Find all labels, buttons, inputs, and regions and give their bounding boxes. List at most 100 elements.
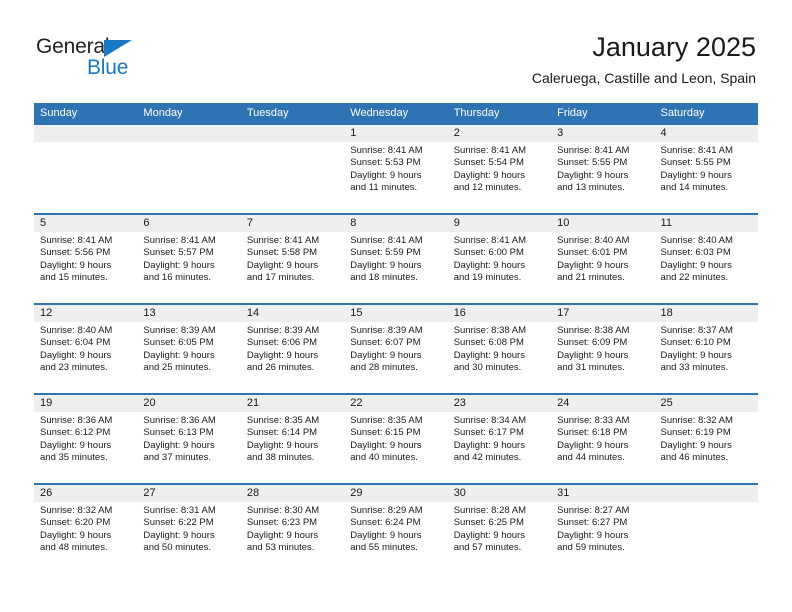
day-number: [654, 485, 758, 502]
sunrise-text: Sunrise: 8:35 AM: [350, 415, 423, 426]
day-cell-inner: 14 Sunrise: 8:39 AM Sunset: 6:06 PM Dayligh…: [240, 305, 345, 393]
weekday-header-friday: Friday: [551, 103, 655, 125]
calendar-day-cell[interactable]: 10 Sunrise: 8:40 AM Sunset: 6:01 PM Dayligh…: [551, 213, 655, 304]
daylight-text-line2: and 42 minutes.: [453, 452, 522, 464]
day-cell-inner: 12 Sunrise: 8:40 AM Sunset: 6:04 PM Dayligh…: [34, 305, 138, 393]
sunrise-text: Sunrise: 8:31 AM: [143, 505, 216, 516]
sunrise-text: Sunrise: 8:37 AM: [660, 325, 733, 336]
sunset-text: Sunset: 5:53 PM: [350, 157, 421, 169]
sunrise-text: Sunrise: 8:28 AM: [453, 505, 527, 516]
day-cell-inner: 23 Sunrise: 8:34 AM Sunset: 6:17 PM Dayligh…: [447, 395, 552, 483]
calendar-day-cell[interactable]: 5 Sunrise: 8:41 AM Sunset: 5:56 PM Daylight…: [34, 213, 138, 304]
calendar-day-cell[interactable]: 29 Sunrise: 8:29 AM Sunset: 6:24 PM Dayligh…: [344, 483, 448, 573]
title-block: January 2025 Caleruega, Castille and Leo…: [532, 30, 756, 88]
calendar-day-cell[interactable]: 13 Sunrise: 8:39 AM Sunset: 6:05 PM Dayligh…: [137, 303, 241, 394]
calendar-day-cell[interactable]: 8 Sunrise: 8:41 AM Sunset: 5:59 PM Daylight…: [344, 213, 448, 304]
calendar-day-cell[interactable]: 26 Sunrise: 8:32 AM Sunset: 6:20 PM Dayligh…: [34, 483, 138, 573]
day-cell-inner: 9 Sunrise: 8:41 AM Sunset: 6:00 PM Daylight…: [447, 215, 552, 303]
calendar-day-cell[interactable]: 22 Sunrise: 8:35 AM Sunset: 6:15 PM Dayligh…: [344, 393, 448, 484]
sunset-text: Sunset: 6:22 PM: [143, 517, 214, 529]
calendar-day-cell[interactable]: 23 Sunrise: 8:34 AM Sunset: 6:17 PM Dayligh…: [447, 393, 552, 484]
sunset-text: Sunset: 6:07 PM: [350, 337, 421, 349]
calendar-day-cell[interactable]: 2 Sunrise: 8:41 AM Sunset: 5:54 PM Daylight…: [447, 125, 552, 214]
calendar-day-cell[interactable]: 30 Sunrise: 8:28 AM Sunset: 6:25 PM Dayligh…: [447, 483, 552, 573]
daylight-text-line1: Daylight: 9 hours: [40, 439, 112, 451]
sunset-text: Sunset: 6:17 PM: [453, 427, 524, 439]
daylight-text-line2: and 35 minutes.: [40, 452, 108, 464]
calendar-day-cell[interactable]: 21 Sunrise: 8:35 AM Sunset: 6:14 PM Dayligh…: [240, 393, 345, 484]
calendar-day-cell[interactable]: 27 Sunrise: 8:31 AM Sunset: 6:22 PM Dayligh…: [137, 483, 241, 573]
calendar-day-cell[interactable]: 17 Sunrise: 8:38 AM Sunset: 6:09 PM Dayligh…: [551, 303, 655, 394]
day-cell-inner: 30 Sunrise: 8:28 AM Sunset: 6:25 PM Dayligh…: [447, 485, 552, 573]
daylight-text-line2: and 19 minutes.: [453, 272, 522, 284]
sunset-text: Sunset: 6:27 PM: [557, 517, 628, 529]
sunset-text: Sunset: 5:57 PM: [143, 247, 214, 259]
daylight-text-line2: and 28 minutes.: [350, 362, 418, 374]
daylight-text-line1: Daylight: 9 hours: [557, 439, 629, 451]
daylight-text-line1: Daylight: 9 hours: [660, 349, 732, 361]
day-number: 2: [447, 125, 552, 142]
day-cell-inner: 20 Sunrise: 8:36 AM Sunset: 6:13 PM Dayligh…: [137, 395, 241, 483]
sunset-text: Sunset: 6:20 PM: [40, 517, 111, 529]
daylight-text-line1: Daylight: 9 hours: [350, 169, 422, 181]
day-sun-info: Sunrise: 8:41 AM Sunset: 5:55 PM Daylight:…: [551, 142, 654, 195]
calendar-day-cell[interactable]: 14 Sunrise: 8:39 AM Sunset: 6:06 PM Dayligh…: [240, 303, 345, 394]
day-sun-info: Sunrise: 8:41 AM Sunset: 5:56 PM Daylight:…: [34, 232, 137, 285]
calendar-day-cell[interactable]: 15 Sunrise: 8:39 AM Sunset: 6:07 PM Dayligh…: [344, 303, 448, 394]
calendar-day-cell[interactable]: 12 Sunrise: 8:40 AM Sunset: 6:04 PM Dayligh…: [34, 303, 138, 394]
calendar-day-cell[interactable]: 1 Sunrise: 8:41 AM Sunset: 5:53 PM Daylight…: [344, 125, 448, 214]
calendar-day-cell[interactable]: 28 Sunrise: 8:30 AM Sunset: 6:23 PM Dayligh…: [240, 483, 345, 573]
calendar-day-cell[interactable]: 11 Sunrise: 8:40 AM Sunset: 6:03 PM Dayligh…: [654, 213, 758, 304]
day-sun-info: Sunrise: 8:28 AM Sunset: 6:25 PM Daylight:…: [448, 502, 551, 555]
daylight-text-line2: and 16 minutes.: [143, 272, 212, 284]
day-sun-info: Sunrise: 8:40 AM Sunset: 6:04 PM Daylight:…: [34, 322, 137, 375]
calendar-day-cell[interactable]: 18 Sunrise: 8:37 AM Sunset: 6:10 PM Dayligh…: [654, 303, 758, 394]
daylight-text-line1: Daylight: 9 hours: [350, 439, 422, 451]
daylight-text-line1: Daylight: 9 hours: [246, 529, 319, 541]
day-sun-info: Sunrise: 8:38 AM Sunset: 6:08 PM Daylight:…: [448, 322, 551, 375]
page-subtitle: Caleruega, Castille and Leon, Spain: [531, 70, 756, 86]
calendar-day-cell[interactable]: 20 Sunrise: 8:36 AM Sunset: 6:13 PM Dayligh…: [137, 393, 241, 484]
daylight-text-line2: and 22 minutes.: [660, 272, 729, 284]
page-title: January 2025: [592, 32, 756, 62]
calendar-day-cell[interactable]: 6 Sunrise: 8:41 AM Sunset: 5:57 PM Daylight…: [137, 213, 241, 304]
daylight-text-line1: Daylight: 9 hours: [143, 259, 215, 271]
daylight-text-line1: Daylight: 9 hours: [660, 169, 732, 181]
day-number: 10: [551, 215, 655, 232]
day-number: 13: [137, 305, 241, 322]
day-cell-inner: 27 Sunrise: 8:31 AM Sunset: 6:22 PM Dayligh…: [137, 485, 241, 573]
daylight-text-line1: Daylight: 9 hours: [350, 349, 422, 361]
calendar-day-cell[interactable]: 19 Sunrise: 8:36 AM Sunset: 6:12 PM Dayligh…: [34, 393, 138, 484]
calendar-day-cell[interactable]: 24 Sunrise: 8:33 AM Sunset: 6:18 PM Dayligh…: [551, 393, 655, 484]
day-sun-info: Sunrise: 8:27 AM Sunset: 6:27 PM Daylight:…: [551, 502, 654, 555]
daylight-text-line1: Daylight: 9 hours: [350, 529, 422, 541]
daylight-text-line2: and 53 minutes.: [246, 542, 315, 554]
day-sun-info: Sunrise: 8:36 AM Sunset: 6:13 PM Daylight:…: [137, 412, 240, 465]
calendar-day-cell[interactable]: 25 Sunrise: 8:32 AM Sunset: 6:19 PM Dayligh…: [654, 393, 758, 484]
calendar-day-cell[interactable]: 31 Sunrise: 8:27 AM Sunset: 6:27 PM Dayligh…: [551, 483, 655, 573]
weekday-header-wednesday: Wednesday: [344, 103, 448, 125]
day-cell-inner: 6 Sunrise: 8:41 AM Sunset: 5:57 PM Daylight…: [137, 215, 241, 303]
daylight-text-line1: Daylight: 9 hours: [143, 349, 215, 361]
sunset-text: Sunset: 6:08 PM: [453, 337, 524, 349]
day-cell-inner: 3 Sunrise: 8:41 AM Sunset: 5:55 PM Daylight…: [551, 125, 655, 213]
calendar-day-cell[interactable]: 7 Sunrise: 8:41 AM Sunset: 5:58 PM Daylight…: [240, 213, 345, 304]
sunset-text: Sunset: 6:13 PM: [143, 427, 214, 439]
sunset-text: Sunset: 5:56 PM: [40, 247, 111, 259]
day-sun-info: Sunrise: 8:38 AM Sunset: 6:09 PM Daylight:…: [551, 322, 654, 375]
calendar-body: 1 Sunrise: 8:41 AM Sunset: 5:53 PM Daylight…: [34, 125, 758, 573]
calendar-day-cell[interactable]: 16 Sunrise: 8:38 AM Sunset: 6:08 PM Dayligh…: [447, 303, 552, 394]
day-number: 3: [551, 125, 655, 142]
calendar-day-cell[interactable]: 9 Sunrise: 8:41 AM Sunset: 6:00 PM Daylight…: [447, 213, 552, 304]
daylight-text-line1: Daylight: 9 hours: [453, 169, 525, 181]
day-cell-inner: 8 Sunrise: 8:41 AM Sunset: 5:59 PM Daylight…: [344, 215, 448, 303]
weekday-header-sunday: Sunday: [34, 103, 138, 125]
daylight-text-line1: Daylight: 9 hours: [660, 259, 732, 271]
daylight-text-line1: Daylight: 9 hours: [453, 439, 525, 451]
calendar-week-row: 19 Sunrise: 8:36 AM Sunset: 6:12 PM Dayligh…: [34, 393, 758, 484]
calendar-day-cell[interactable]: 3 Sunrise: 8:41 AM Sunset: 5:55 PM Daylight…: [551, 125, 655, 214]
day-sun-info: Sunrise: 8:31 AM Sunset: 6:22 PM Daylight:…: [137, 502, 240, 555]
sunrise-text: Sunrise: 8:41 AM: [453, 145, 527, 156]
calendar-day-cell[interactable]: 4 Sunrise: 8:41 AM Sunset: 5:55 PM Daylight…: [654, 125, 758, 214]
sunrise-text: Sunrise: 8:41 AM: [143, 235, 216, 246]
